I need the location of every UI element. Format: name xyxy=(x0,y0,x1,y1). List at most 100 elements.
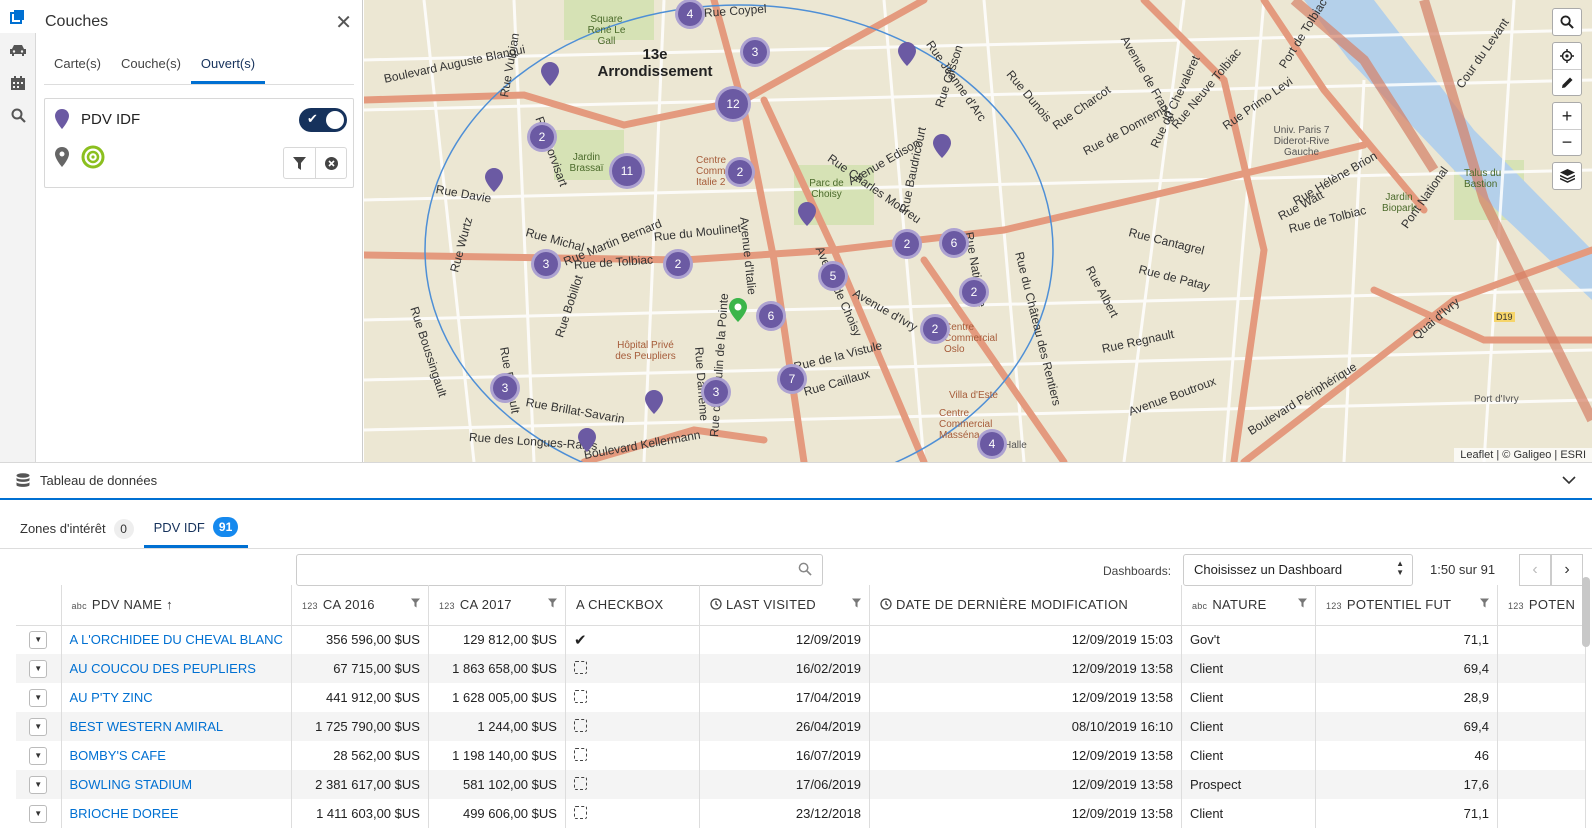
selected-pin-icon[interactable] xyxy=(729,298,747,322)
zoom-in-icon[interactable]: + xyxy=(1553,103,1581,129)
column-header-potentiel[interactable]: 123 POTENTIEL FUT xyxy=(1315,585,1498,626)
cluster-marker[interactable]: 2 xyxy=(527,122,557,152)
checkbox-cell[interactable] xyxy=(565,770,700,799)
row-menu-button[interactable]: ▼ xyxy=(29,688,48,707)
cluster-marker[interactable]: 12 xyxy=(715,86,751,122)
rail-search[interactable] xyxy=(0,99,36,132)
filter-button[interactable] xyxy=(284,148,315,178)
table-row[interactable]: ▼ AU P'TY ZINC 441 912,00 $US 1 628 005,00 … xyxy=(16,683,1587,712)
cluster-marker[interactable]: 2 xyxy=(920,314,950,344)
table-search-input[interactable] xyxy=(296,554,823,586)
row-menu-button[interactable]: ▼ xyxy=(29,775,48,794)
tab-couches[interactable]: Couche(s) xyxy=(111,44,191,84)
tab-zones[interactable]: Zones d'intérêt 0 xyxy=(10,509,144,548)
map-search-button[interactable] xyxy=(1553,9,1581,35)
poi-pin-icon[interactable] xyxy=(541,62,559,86)
map-view[interactable]: 13e Arrondissement Boulevard Auguste Bla… xyxy=(364,0,1592,462)
cluster-marker[interactable]: 2 xyxy=(959,277,989,307)
basemap-button[interactable] xyxy=(1553,163,1581,189)
filter-icon[interactable] xyxy=(1479,598,1489,608)
rail-layers[interactable] xyxy=(0,0,36,33)
cluster-marker[interactable]: 5 xyxy=(818,261,848,291)
cluster-marker[interactable]: 6 xyxy=(756,301,786,331)
checkbox-cell[interactable] xyxy=(565,799,700,828)
checkbox-cell[interactable]: ✔ xyxy=(565,625,700,654)
cluster-marker[interactable]: 3 xyxy=(531,249,561,279)
column-header-ca2016[interactable]: 123 CA 2016 xyxy=(291,585,429,626)
poi-pin-icon[interactable] xyxy=(645,390,663,414)
column-header-last-visited[interactable]: LAST VISITED xyxy=(699,585,870,626)
rail-car[interactable] xyxy=(0,33,36,66)
table-row[interactable]: ▼ BOMBY'S CAFE 28 562,00 $US 1 198 140,00 $… xyxy=(16,741,1587,770)
poi-pin-icon[interactable] xyxy=(578,428,596,452)
tab-cartes[interactable]: Carte(s) xyxy=(44,44,111,84)
tab-ouverts[interactable]: Ouvert(s) xyxy=(190,44,266,84)
locate-button[interactable] xyxy=(1553,43,1581,69)
close-icon[interactable]: ✕ xyxy=(335,10,352,35)
row-menu-button[interactable]: ▼ xyxy=(29,804,48,823)
cluster-marker[interactable]: 2 xyxy=(892,229,922,259)
table-row[interactable]: ▼ BOWLING STADIUM 2 381 617,00 $US 581 102,… xyxy=(16,770,1587,799)
column-header-poten[interactable]: 123 POTEN xyxy=(1497,585,1587,626)
table-row[interactable]: ▼ BEST WESTERN AMIRAL 1 725 790,00 $US 1 24… xyxy=(16,712,1587,741)
cluster-marker[interactable]: 3 xyxy=(490,373,520,403)
cluster-marker[interactable]: 4 xyxy=(977,429,1007,459)
table-row[interactable]: ▼ BRIOCHE DOREE 1 411 603,00 $US 499 606,00… xyxy=(16,799,1587,828)
checkbox-cell[interactable] xyxy=(565,683,700,712)
pdv-name-cell[interactable]: BOMBY'S CAFE xyxy=(61,741,292,770)
cluster-marker[interactable]: 11 xyxy=(609,153,645,189)
row-menu-button[interactable]: ▼ xyxy=(29,630,48,649)
draw-button[interactable] xyxy=(1553,69,1581,95)
table-scrollbar[interactable] xyxy=(1582,577,1590,647)
pdv-name-cell[interactable]: BEST WESTERN AMIRAL xyxy=(61,712,292,741)
clear-button[interactable] xyxy=(315,148,346,178)
column-header-date-modif[interactable]: DATE DE DERNIÈRE MODIFICATION xyxy=(869,585,1182,626)
poi-pin-icon[interactable] xyxy=(933,134,951,158)
locate-icon xyxy=(1560,49,1574,63)
column-header-checkbox[interactable]: A CHECKBOX xyxy=(565,585,700,626)
cluster-marker[interactable]: 7 xyxy=(777,364,807,394)
table-row[interactable]: ▼ A L'ORCHIDEE DU CHEVAL BLANC 356 596,00 … xyxy=(16,625,1587,654)
cluster-marker[interactable]: 3 xyxy=(701,377,731,407)
cluster-marker[interactable]: 4 xyxy=(675,0,705,29)
checkbox-cell[interactable] xyxy=(565,654,700,683)
row-menu-button[interactable]: ▼ xyxy=(29,659,48,678)
cluster-marker[interactable]: 6 xyxy=(939,228,969,258)
poi-pin-icon[interactable] xyxy=(898,42,916,66)
next-page-button[interactable]: › xyxy=(1551,554,1583,586)
row-menu-button[interactable]: ▼ xyxy=(29,717,48,736)
cluster-marker[interactable]: 3 xyxy=(740,37,770,67)
pdv-name-cell[interactable]: BRIOCHE DOREE xyxy=(61,799,292,828)
chevron-down-icon[interactable] xyxy=(1562,476,1576,485)
checkbox-cell[interactable] xyxy=(565,712,700,741)
place-label: Halle xyxy=(1004,440,1027,451)
poi-pin-icon[interactable] xyxy=(485,168,503,192)
checkbox-cell[interactable] xyxy=(565,741,700,770)
pdv-name-cell[interactable]: BOWLING STADIUM xyxy=(61,770,292,799)
column-header-ca2017[interactable]: 123 CA 2017 xyxy=(428,585,566,626)
row-menu-button[interactable]: ▼ xyxy=(29,746,48,765)
rail-calendar[interactable] xyxy=(0,66,36,99)
pdv-name-cell[interactable]: AU COUCOU DES PEUPLIERS xyxy=(61,654,292,683)
filter-icon[interactable] xyxy=(851,598,861,608)
table-row[interactable]: ▼ AU COUCOU DES PEUPLIERS 67 715,00 $US 1 8… xyxy=(16,654,1587,683)
zoom-out-icon[interactable]: − xyxy=(1553,129,1581,155)
layer-toggle[interactable]: ✔ xyxy=(299,108,347,132)
cluster-marker[interactable]: 2 xyxy=(725,157,755,187)
filter-icon[interactable] xyxy=(547,598,557,608)
column-header-name[interactable]: abc PDV NAME ↑ xyxy=(61,585,292,626)
pdv-name-cell[interactable]: AU P'TY ZINC xyxy=(61,683,292,712)
dashboard-select[interactable]: Choisissez un Dashboard ▲ ▼ xyxy=(1183,554,1413,586)
prev-page-button[interactable]: ‹ xyxy=(1519,554,1551,586)
filter-icon[interactable] xyxy=(410,598,420,608)
tab-pdv-idf[interactable]: PDV IDF 91 xyxy=(143,509,249,548)
target-icon[interactable] xyxy=(81,145,105,169)
panel-header: Couches ✕ xyxy=(36,0,362,44)
poi-pin-icon[interactable] xyxy=(798,202,816,226)
cluster-marker[interactable]: 2 xyxy=(663,249,693,279)
column-header-nature[interactable]: abc NATURE xyxy=(1181,585,1316,626)
filter-icon[interactable] xyxy=(1297,598,1307,608)
data-panel-header[interactable]: Tableau de données xyxy=(0,463,1592,500)
pdv-name-cell[interactable]: A L'ORCHIDEE DU CHEVAL BLANC xyxy=(61,625,292,654)
pin-icon[interactable] xyxy=(55,147,69,167)
